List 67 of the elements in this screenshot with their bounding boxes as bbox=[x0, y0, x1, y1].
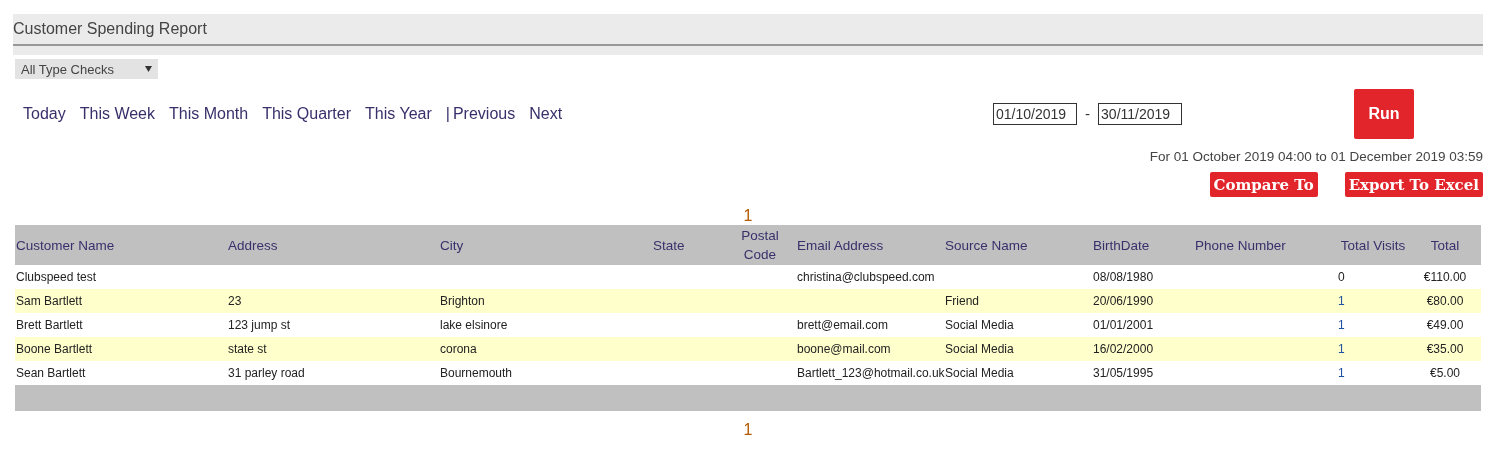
column-header: Address bbox=[227, 225, 439, 265]
table-cell: Social Media bbox=[944, 361, 1092, 385]
type-filter-dropdown[interactable]: All Type Checks bbox=[15, 59, 158, 79]
table-cell: 20/06/1990 bbox=[1092, 289, 1194, 313]
visits-link[interactable]: 1 bbox=[1337, 289, 1409, 313]
table-cell: Bartlett_123@hotmail.co.uk bbox=[796, 361, 944, 385]
table-cell: 31/05/1995 bbox=[1092, 361, 1194, 385]
table-cell: 0 bbox=[1337, 265, 1409, 289]
date-separator: - bbox=[1085, 106, 1091, 122]
column-header: Email Address bbox=[796, 225, 944, 265]
table-cell: Clubspeed test bbox=[15, 265, 227, 289]
period-link[interactable]: Next bbox=[529, 105, 563, 123]
table-cell: 01/01/2001 bbox=[1092, 313, 1194, 337]
table-cell: Brett Bartlett bbox=[15, 313, 227, 337]
table-cell: Social Media bbox=[944, 313, 1092, 337]
table-cell: Social Media bbox=[944, 337, 1092, 361]
table-cell: €80.00 bbox=[1409, 289, 1481, 313]
page-link[interactable]: 1 bbox=[743, 207, 753, 224]
table-cell: €110.00 bbox=[1409, 265, 1481, 289]
report-title: Customer Spending Report bbox=[13, 20, 207, 38]
period-link[interactable]: Today bbox=[23, 105, 66, 123]
export-button[interactable]: Export To Excel bbox=[1344, 172, 1483, 197]
start-date-field[interactable]: 01/10/2019 bbox=[993, 103, 1077, 125]
page-link[interactable]: 1 bbox=[743, 421, 753, 438]
compare-button[interactable]: Compare To bbox=[1209, 172, 1318, 197]
table-cell: Bournemouth bbox=[439, 361, 652, 385]
table-cell: 16/02/2000 bbox=[1092, 337, 1194, 361]
visits-link[interactable]: 1 bbox=[1337, 313, 1409, 337]
column-header: Total bbox=[1409, 225, 1481, 265]
table-cell: Sam Bartlett bbox=[15, 289, 227, 313]
column-header: Total Visits bbox=[1337, 225, 1409, 265]
run-button[interactable]: Run bbox=[1354, 89, 1415, 139]
table-cell: €35.00 bbox=[1409, 337, 1481, 361]
table-cell: corona bbox=[439, 337, 652, 361]
column-header: Source Name bbox=[944, 225, 1092, 265]
table-cell: Friend bbox=[944, 289, 1092, 313]
table-cell: Boone Bartlett bbox=[15, 337, 227, 361]
table-cell: boone@mail.com bbox=[796, 337, 944, 361]
period-link[interactable]: Previous bbox=[452, 105, 516, 123]
visits-link[interactable]: 1 bbox=[1337, 337, 1409, 361]
column-header: City bbox=[439, 225, 652, 265]
column-header: BirthDate bbox=[1092, 225, 1194, 265]
column-header: Postal Code bbox=[724, 225, 796, 265]
caret-icon bbox=[145, 66, 152, 72]
visits-link[interactable]: 1 bbox=[1337, 361, 1409, 385]
end-date-field[interactable]: 30/11/2019 bbox=[1098, 103, 1183, 125]
table-cell: 23 bbox=[227, 289, 439, 313]
table-cell: €5.00 bbox=[1409, 361, 1481, 385]
period-link[interactable]: This Month bbox=[169, 105, 249, 123]
table-cell: lake elsinore bbox=[439, 313, 652, 337]
table-cell: Brighton bbox=[439, 289, 652, 313]
table-cell: €49.00 bbox=[1409, 313, 1481, 337]
column-header: Phone Number bbox=[1194, 225, 1337, 265]
column-header: State bbox=[652, 225, 724, 265]
table-cell: 08/08/1980 bbox=[1092, 265, 1194, 289]
table-cell: 31 parley road bbox=[227, 361, 439, 385]
period-link[interactable]: This Quarter bbox=[262, 105, 352, 123]
table-cell: brett@email.com bbox=[796, 313, 944, 337]
date-range-text: For 01 October 2019 04:00 to 01 December 2019 03:59 bbox=[1148, 149, 1483, 164]
column-header: Customer Name bbox=[15, 225, 227, 265]
table-cell: Sean Bartlett bbox=[15, 361, 227, 385]
table-cell: 123 jump st bbox=[227, 313, 439, 337]
table-cell: christina@clubspeed.com bbox=[796, 265, 944, 289]
period-link[interactable]: This Week bbox=[79, 105, 155, 123]
period-link[interactable]: This Year bbox=[365, 105, 432, 123]
table-cell: state st bbox=[227, 337, 439, 361]
separator: | bbox=[445, 105, 450, 123]
